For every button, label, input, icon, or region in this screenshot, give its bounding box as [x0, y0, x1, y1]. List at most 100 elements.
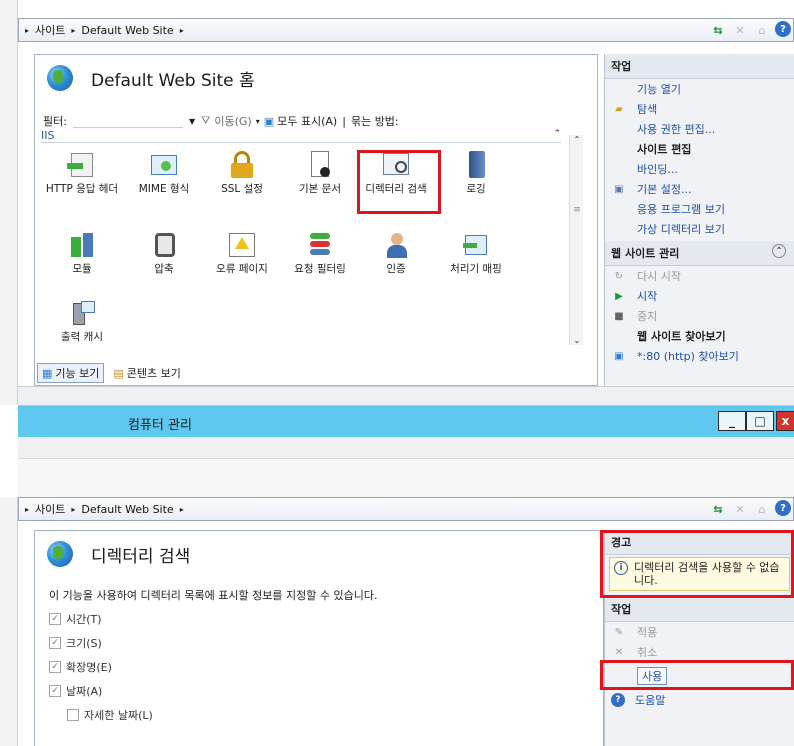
breadcrumb: ▸ 사이트 ▸ Default Web Site ▸: [25, 22, 184, 38]
refresh-icon[interactable]: ⇆: [709, 500, 727, 518]
collapse-icon[interactable]: ⌃: [772, 244, 786, 258]
http-response-headers-icon: [67, 151, 97, 179]
feature-http-headers[interactable]: HTTP 응답 헤더: [45, 151, 119, 196]
feature-request-filtering[interactable]: 요청 필터링: [283, 231, 357, 276]
checkbox-extension[interactable]: ✓: [49, 661, 61, 673]
address-toolbar: ⇆ ✕ ⌂ ?: [709, 500, 791, 518]
option-extension[interactable]: ✓ 확장명(E): [49, 655, 153, 679]
view-virtual-dirs-link[interactable]: 가상 디렉터리 보기: [605, 219, 794, 239]
tab-features-view[interactable]: ▦ 기능 보기: [37, 363, 105, 383]
scroll-up-icon[interactable]: ⌃: [570, 135, 584, 144]
minimize-icon: _: [729, 414, 735, 428]
ssl-lock-icon: [227, 151, 257, 179]
highlight-alert: [600, 530, 794, 598]
breadcrumb-site[interactable]: Default Web Site: [81, 24, 173, 37]
checkbox-date[interactable]: ✓: [49, 685, 61, 697]
view-tabs: ▦ 기능 보기 ▤ 콘텐츠 보기: [37, 363, 186, 383]
feature-label: 기본 문서: [299, 183, 341, 195]
collapse-icon[interactable]: ⌃: [553, 129, 561, 139]
iis-section-header: IIS ⌃: [41, 129, 561, 143]
globe-icon: [47, 541, 73, 567]
feature-handler-mappings[interactable]: 처리기 매핑: [439, 231, 513, 276]
cancel-icon: ✕: [614, 646, 624, 658]
go-button[interactable]: 이동(G): [214, 113, 251, 129]
maximize-button[interactable]: □: [746, 411, 774, 431]
logging-book-icon: [461, 151, 491, 179]
feature-modules[interactable]: 모듈: [45, 231, 119, 276]
option-date[interactable]: ✓ 날짜(A): [49, 679, 153, 703]
authentication-icon: [381, 231, 411, 259]
scroll-down-icon[interactable]: ⌄: [570, 336, 584, 345]
highlight-directory-browsing: [357, 150, 441, 214]
page-header: 디렉터리 검색: [47, 541, 190, 567]
compression-icon: [149, 231, 179, 259]
feature-default-document[interactable]: 기본 문서: [283, 151, 357, 196]
restart-icon: ↻: [614, 270, 624, 282]
page-title: 디렉터리 검색: [91, 546, 191, 567]
feature-label: 처리기 매핑: [450, 263, 502, 275]
divider: |: [342, 114, 346, 128]
scroll-grip-icon[interactable]: ≡: [570, 205, 584, 215]
view-applications-link[interactable]: 응용 프로그램 보기: [605, 199, 794, 219]
breadcrumb-sites[interactable]: 사이트: [35, 22, 65, 38]
option-size[interactable]: ✓ 크기(S): [49, 631, 153, 655]
features-view-icon: ▦: [42, 366, 53, 380]
breadcrumb-site[interactable]: Default Web Site: [81, 503, 173, 516]
directory-browsing-panel: 디렉터리 검색 이 기능을 사용하여 디렉터리 목록에 표시할 정보를 지정할 …: [34, 530, 604, 746]
open-feature-link[interactable]: 기능 열기: [605, 79, 794, 99]
refresh-icon[interactable]: ⇆: [709, 21, 727, 39]
checkbox-time[interactable]: ✓: [49, 613, 61, 625]
help-icon[interactable]: ?: [775, 500, 791, 516]
start-action[interactable]: ▶ 시작: [605, 286, 794, 306]
option-long-date[interactable]: 자세한 날짜(L): [49, 703, 153, 727]
stop-icon: ✕: [735, 23, 745, 37]
feature-label: 모듈: [72, 263, 92, 275]
feature-panel: Default Web Site 홈 필터: ▼ ⛛ 이동(G) ▾ ▣ 모두 …: [34, 54, 598, 386]
stop-icon: ✕: [735, 502, 745, 516]
checkbox-long-date[interactable]: [67, 709, 79, 721]
browse-site-header: 웹 사이트 찾아보기: [637, 330, 726, 343]
content-view-icon: ▤: [113, 366, 124, 380]
tab-label: 기능 보기: [55, 367, 100, 380]
minimize-button[interactable]: _: [718, 411, 746, 431]
breadcrumb-sites[interactable]: 사이트: [35, 501, 65, 517]
feature-scrollbar[interactable]: ⌃ ≡ ⌄: [569, 135, 583, 345]
filter-input[interactable]: [72, 114, 183, 128]
option-time[interactable]: ✓ 시간(T): [49, 607, 153, 631]
explore-action[interactable]: ▰ 탐색: [605, 99, 794, 119]
window-title: 컴퓨터 관리: [128, 418, 192, 433]
edit-permissions-link[interactable]: 사용 권한 편집...: [605, 119, 794, 139]
show-all-button[interactable]: 모두 표시(A): [277, 113, 337, 129]
feature-ssl[interactable]: SSL 설정: [205, 151, 279, 196]
left-tree-strip: [0, 0, 18, 405]
close-button[interactable]: x: [776, 411, 794, 431]
feature-label: 로깅: [466, 183, 486, 195]
go-dropdown-icon[interactable]: ▾: [256, 117, 260, 126]
bindings-link[interactable]: 바인딩...: [605, 159, 794, 179]
basic-settings-action[interactable]: ▣ 기본 설정...: [605, 179, 794, 199]
feature-error-pages[interactable]: 오류 페이지: [205, 231, 279, 276]
mime-types-icon: [149, 151, 179, 179]
stop-action: ■ 중지: [605, 306, 794, 326]
feature-label: 압축: [154, 263, 174, 275]
breadcrumb-arrow-icon: ▸: [179, 504, 184, 514]
feature-logging[interactable]: 로깅: [439, 151, 513, 196]
feature-compression[interactable]: 압축: [127, 231, 201, 276]
feature-output-cache[interactable]: 출력 캐시: [45, 299, 119, 344]
highlight-enable: [600, 660, 794, 690]
help-action[interactable]: ? 도움말: [605, 690, 794, 710]
help-icon[interactable]: ?: [775, 21, 791, 37]
computer-management-titlebar: 컴퓨터 관리 _ □ x: [18, 405, 794, 437]
feature-mime-types[interactable]: MIME 형식: [127, 151, 201, 196]
feature-authentication[interactable]: 인증: [359, 231, 433, 276]
checkbox-size[interactable]: ✓: [49, 637, 61, 649]
breadcrumb-arrow-icon: ▸: [25, 504, 30, 514]
close-icon: x: [781, 414, 790, 428]
filter-dropdown-icon[interactable]: ▼: [189, 117, 195, 126]
home-icon: ⌂: [758, 502, 766, 516]
left-tree-strip-bottom: [0, 497, 18, 746]
option-label: 날짜(A): [66, 685, 103, 698]
tab-content-view[interactable]: ▤ 콘텐츠 보기: [108, 363, 186, 383]
breadcrumb-arrow-icon: ▸: [25, 25, 30, 35]
browse-80-action[interactable]: ▣ *:80 (http) 찾아보기: [605, 346, 794, 366]
